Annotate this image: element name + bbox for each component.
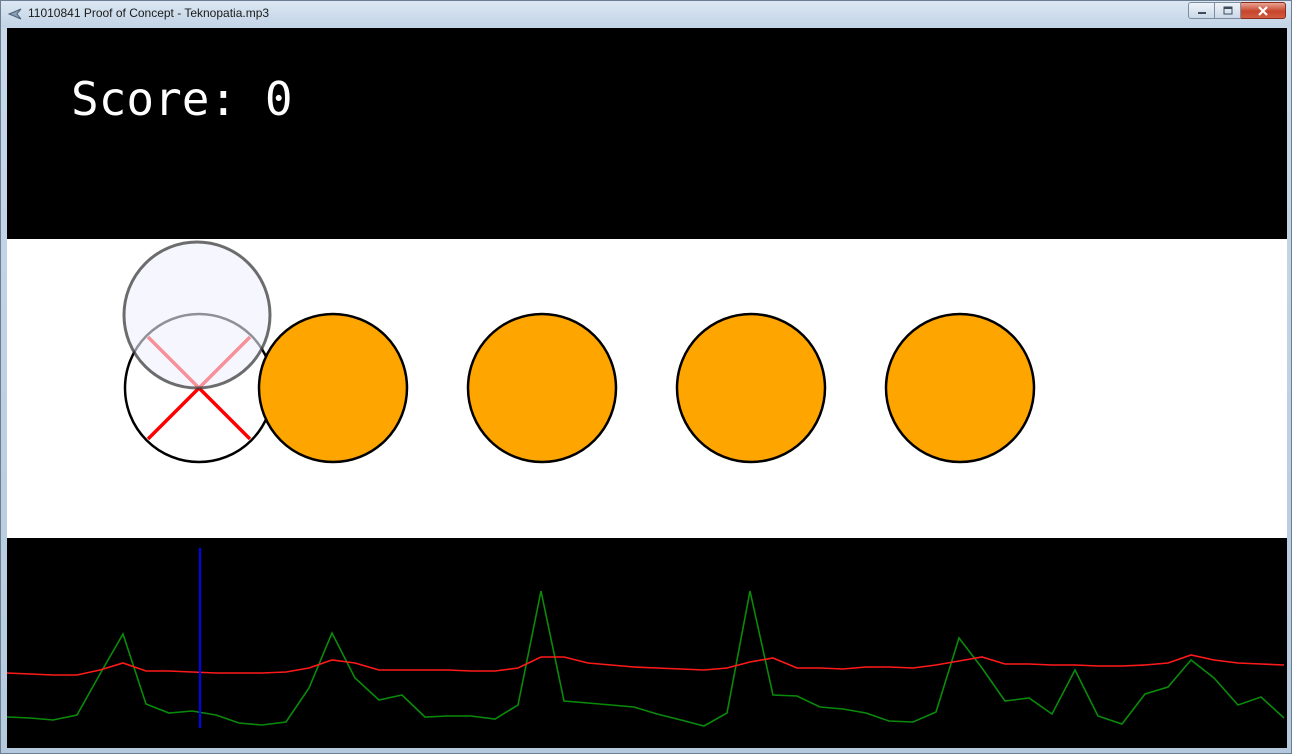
energy-line: [7, 590, 1285, 727]
close-button[interactable]: [1241, 2, 1286, 19]
cursor-circle[interactable]: [122, 240, 272, 390]
maximize-button[interactable]: [1215, 2, 1241, 19]
game-window: 11010841 Proof of Concept - Teknopatia.m…: [0, 0, 1292, 754]
lane-graphics: [122, 240, 1036, 464]
note-circle: [675, 312, 827, 464]
app-icon: [8, 8, 22, 20]
average-line: [7, 654, 1285, 676]
title-bar[interactable]: 11010841 Proof of Concept - Teknopatia.m…: [1, 1, 1291, 27]
window-controls: [1188, 2, 1286, 21]
note-lane: [7, 239, 1287, 538]
game-canvas[interactable]: Score: 0: [7, 28, 1287, 748]
minimize-button[interactable]: [1188, 2, 1215, 19]
maximize-icon: [1223, 6, 1232, 15]
note-circle: [466, 312, 618, 464]
note-circle: [257, 312, 409, 464]
score-display: Score: 0: [71, 72, 293, 126]
window-title: 11010841 Proof of Concept - Teknopatia.m…: [28, 6, 270, 20]
audio-visualizer: [7, 538, 1287, 748]
close-icon: [1258, 5, 1268, 16]
note-circle: [884, 312, 1036, 464]
minimize-icon: [1197, 11, 1206, 14]
visualizer-graphics: [7, 548, 1285, 728]
